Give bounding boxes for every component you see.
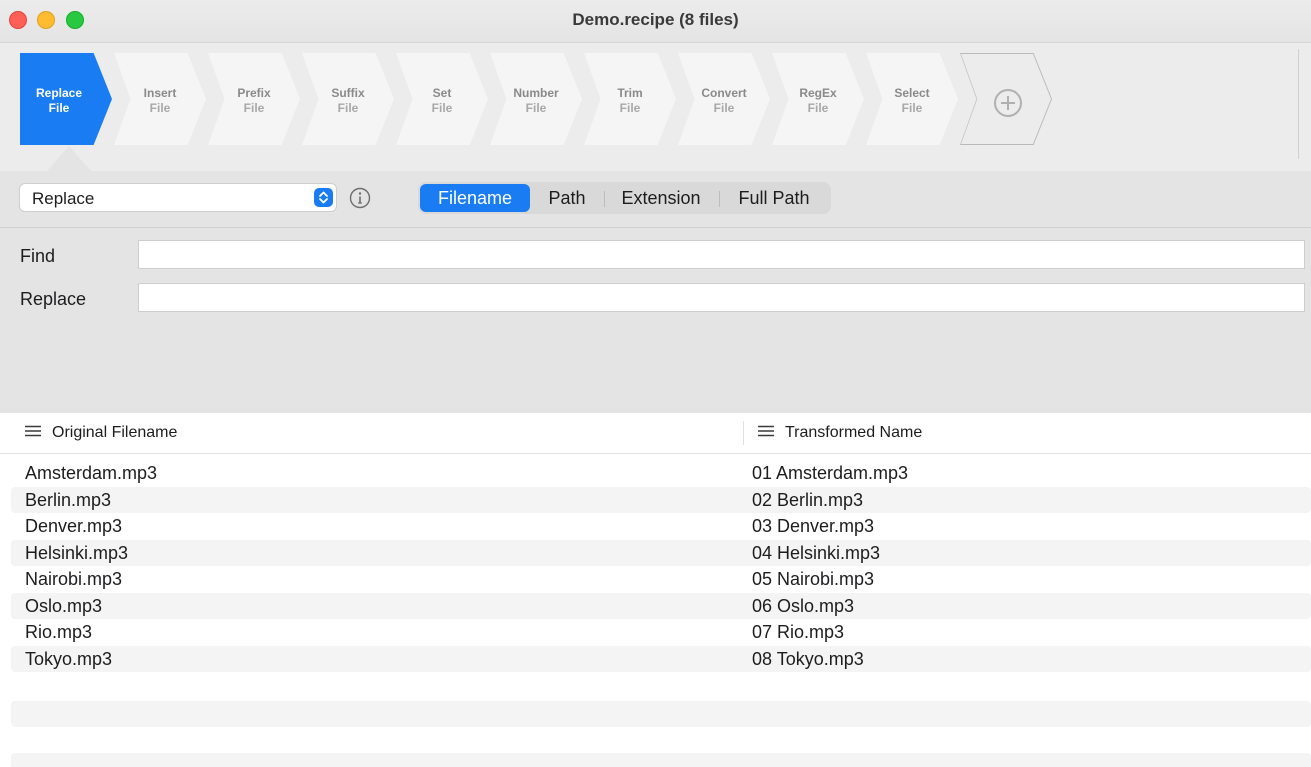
step-subtitle: File — [713, 101, 735, 115]
transformed-name: 02 Berlin.mp3 — [752, 489, 864, 510]
table-row[interactable]: Berlin.mp3 02 Berlin.mp3 — [11, 486, 1311, 513]
tab-filename[interactable]: Filename — [420, 184, 530, 212]
original-filename: Berlin.mp3 — [25, 489, 112, 510]
column-header-original[interactable]: Original Filename — [24, 424, 177, 442]
transformed-name: 08 Tokyo.mp3 — [752, 648, 864, 669]
info-circle-icon[interactable] — [349, 187, 371, 209]
recipe-steps-toolbar: Replace File Insert File Prefix File Suf… — [0, 43, 1311, 171]
step-trim-file[interactable]: Trim File — [584, 53, 676, 145]
step-convert-file[interactable]: Convert File — [678, 53, 770, 145]
column-header-label: Transformed Name — [785, 424, 923, 441]
step-title: Number — [513, 86, 559, 100]
tab-path[interactable]: Path — [532, 184, 602, 212]
step-replace-file[interactable]: Replace File — [20, 53, 112, 145]
transformed-name: 05 Nairobi.mp3 — [752, 569, 875, 589]
table-row[interactable]: Nairobi.mp3 05 Nairobi.mp3 — [11, 566, 1311, 593]
transformed-name: 04 Helsinki.mp3 — [752, 542, 881, 563]
app-window: Demo.recipe (8 files) Replace File Inser… — [0, 0, 1311, 767]
original-filename: Denver.mp3 — [25, 516, 123, 536]
step-title: Prefix — [237, 86, 271, 100]
table-row[interactable]: Denver.mp3 03 Denver.mp3 — [11, 513, 1311, 540]
step-subtitle: File — [619, 101, 641, 115]
step-subtitle: File — [243, 101, 265, 115]
step-title: Select — [894, 86, 930, 100]
find-label: Find — [20, 246, 56, 266]
replace-label: Replace — [20, 289, 87, 309]
table-row[interactable]: Amsterdam.mp3 01 Amsterdam.mp3 — [11, 460, 1311, 487]
segment-separator — [604, 191, 605, 207]
title-bar: Demo.recipe (8 files) — [0, 0, 1311, 43]
column-divider[interactable] — [743, 421, 744, 445]
step-title: Suffix — [331, 86, 365, 100]
step-prefix-file[interactable]: Prefix File — [208, 53, 300, 145]
file-list: Original Filename Transformed Name Amste… — [0, 413, 1311, 767]
original-filename: Rio.mp3 — [25, 622, 93, 642]
table-row[interactable]: Rio.mp3 07 Rio.mp3 — [11, 619, 1311, 646]
transformed-name: 03 Denver.mp3 — [752, 516, 875, 536]
mode-select[interactable]: Replace — [19, 183, 337, 212]
step-options-panel: Replace Filename Path Extension Full Pat… — [0, 171, 1311, 413]
table-row[interactable]: Helsinki.mp3 04 Helsinki.mp3 — [11, 539, 1311, 566]
step-number-file[interactable]: Number File — [490, 53, 582, 145]
active-step-pointer — [47, 146, 91, 171]
tab-full-path[interactable]: Full Path — [722, 184, 826, 212]
step-title: Set — [432, 86, 452, 100]
original-filename: Amsterdam.mp3 — [25, 463, 158, 483]
step-title: Trim — [617, 86, 643, 100]
step-insert-file[interactable]: Insert File — [114, 53, 206, 145]
mode-select-value: Replace — [32, 189, 95, 208]
step-subtitle: File — [337, 101, 359, 115]
tab-extension[interactable]: Extension — [608, 184, 714, 212]
empty-row — [11, 701, 1311, 727]
find-input[interactable] — [138, 240, 1305, 269]
empty-row — [11, 753, 1311, 767]
file-list-header: Original Filename Transformed Name — [0, 413, 1311, 454]
hamburger-menu-icon — [25, 426, 41, 437]
original-filename: Nairobi.mp3 — [25, 569, 123, 589]
step-select-file[interactable]: Select File — [866, 53, 958, 145]
transformed-name: 01 Amsterdam.mp3 — [752, 463, 909, 483]
step-subtitle: File — [431, 101, 453, 115]
column-header-label: Original Filename — [52, 424, 178, 441]
column-header-transformed[interactable]: Transformed Name — [757, 424, 922, 442]
step-subtitle: File — [525, 101, 547, 115]
step-title: RegEx — [799, 86, 837, 100]
options-divider — [0, 227, 1311, 228]
step-suffix-file[interactable]: Suffix File — [302, 53, 394, 145]
original-filename: Helsinki.mp3 — [25, 542, 129, 563]
toolbar-divider — [1298, 49, 1299, 159]
table-row[interactable]: Oslo.mp3 06 Oslo.mp3 — [11, 592, 1311, 619]
segment-separator — [719, 191, 720, 207]
scope-segmented-control: Filename Path Extension Full Path — [418, 182, 831, 214]
step-subtitle: File — [807, 101, 829, 115]
original-filename: Oslo.mp3 — [25, 595, 103, 616]
step-subtitle: File — [48, 101, 70, 115]
replace-input[interactable] — [138, 283, 1305, 312]
step-title: Convert — [701, 86, 747, 100]
add-step-button[interactable] — [960, 53, 1052, 145]
step-title: Replace — [35, 86, 83, 100]
table-row[interactable]: Tokyo.mp3 08 Tokyo.mp3 — [11, 645, 1311, 672]
transformed-name: 07 Rio.mp3 — [752, 622, 845, 642]
file-rows: Amsterdam.mp3 01 Amsterdam.mp3 Berlin.mp… — [11, 460, 1311, 672]
plus-circle-icon — [994, 89, 1022, 117]
transformed-name: 06 Oslo.mp3 — [752, 595, 855, 616]
hamburger-menu-icon — [758, 426, 774, 437]
step-title: Insert — [143, 86, 177, 100]
step-subtitle: File — [901, 101, 923, 115]
step-subtitle: File — [149, 101, 171, 115]
chevron-up-down-icon — [314, 188, 333, 207]
step-regex-file[interactable]: RegEx File — [772, 53, 864, 145]
step-set-file[interactable]: Set File — [396, 53, 488, 145]
window-title: Demo.recipe (8 files) — [572, 10, 739, 29]
original-filename: Tokyo.mp3 — [25, 648, 113, 669]
